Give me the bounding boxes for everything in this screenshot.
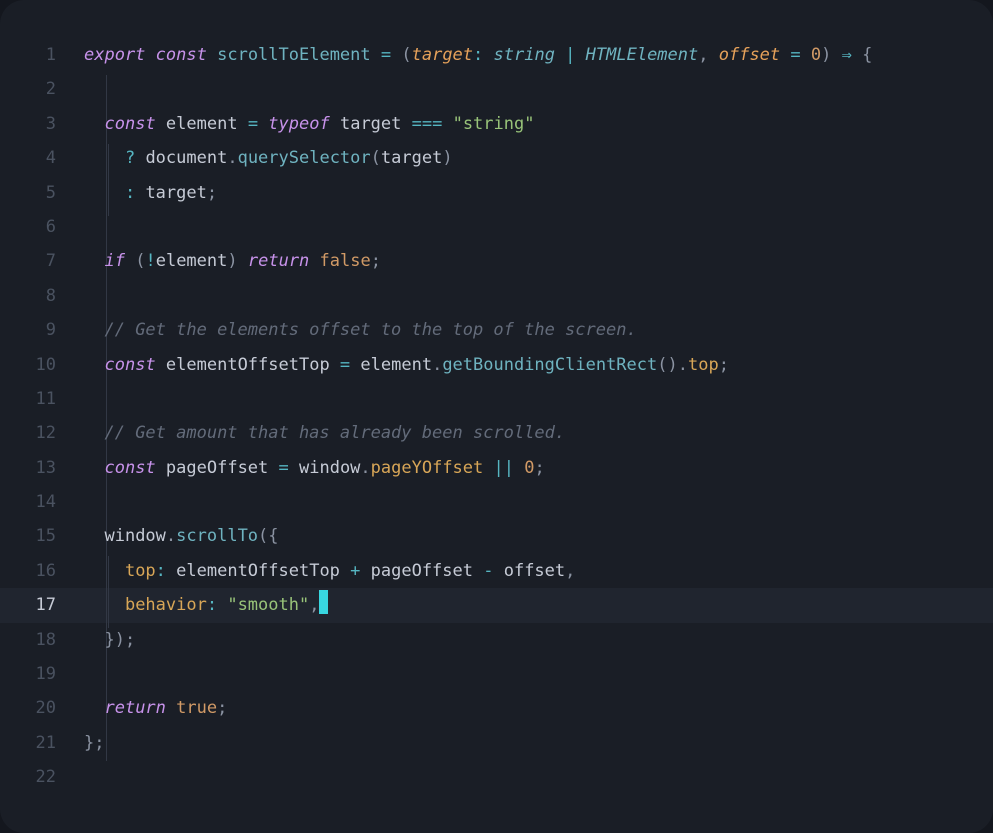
code-line[interactable]: 9 // Get the elements offset to the top … — [0, 313, 993, 347]
code-content[interactable]: ? document.querySelector(target) — [64, 141, 453, 175]
line-number: 7 — [0, 244, 64, 278]
code-content[interactable]: }); — [64, 623, 135, 657]
code-line[interactable]: 12 // Get amount that has already been s… — [0, 416, 993, 450]
code-line[interactable]: 3 const element = typeof target === "str… — [0, 107, 993, 141]
code-content[interactable]: export const scrollToElement = (target: … — [64, 38, 872, 72]
code-line[interactable]: 11 — [0, 382, 993, 416]
line-number: 16 — [0, 554, 64, 588]
code-line[interactable]: 14 — [0, 485, 993, 519]
line-number: 8 — [0, 279, 64, 313]
code-content[interactable]: const pageOffset = window.pageYOffset ||… — [64, 451, 545, 485]
line-number: 2 — [0, 72, 64, 106]
code-content[interactable]: // Get amount that has already been scro… — [64, 416, 565, 450]
code-content[interactable]: // Get the elements offset to the top of… — [64, 313, 637, 347]
line-number: 6 — [0, 210, 64, 244]
line-number: 21 — [0, 726, 64, 760]
code-line[interactable]: 2 — [0, 72, 993, 106]
code-line[interactable]: 6 — [0, 210, 993, 244]
line-number: 13 — [0, 451, 64, 485]
code-line[interactable]: 13 const pageOffset = window.pageYOffset… — [0, 451, 993, 485]
code-content[interactable]: const elementOffsetTop = element.getBoun… — [64, 348, 729, 382]
code-line[interactable]: 4 ? document.querySelector(target) — [0, 141, 993, 175]
code-editor[interactable]: 1 export const scrollToElement = (target… — [0, 0, 993, 833]
line-number: 18 — [0, 623, 64, 657]
line-number: 17 — [0, 588, 64, 622]
line-number: 15 — [0, 519, 64, 553]
line-number: 22 — [0, 760, 64, 794]
code-line[interactable]: 16 top: elementOffsetTop + pageOffset - … — [0, 554, 993, 588]
code-content[interactable]: const element = typeof target === "strin… — [64, 107, 534, 141]
code-line[interactable]: 8 — [0, 279, 993, 313]
code-line[interactable]: 10 const elementOffsetTop = element.getB… — [0, 348, 993, 382]
line-number: 20 — [0, 691, 64, 725]
code-content[interactable]: behavior: "smooth", — [64, 588, 328, 622]
code-line[interactable]: 1 export const scrollToElement = (target… — [0, 38, 993, 72]
code-line-active[interactable]: 17 behavior: "smooth", — [0, 588, 993, 622]
code-line[interactable]: 5 : target; — [0, 176, 993, 210]
code-line[interactable]: 22 — [0, 760, 993, 794]
code-line[interactable]: 21 }; — [0, 726, 993, 760]
line-number: 19 — [0, 657, 64, 691]
line-number: 11 — [0, 382, 64, 416]
code-content[interactable]: if (!element) return false; — [64, 244, 381, 278]
code-content[interactable]: return true; — [64, 691, 227, 725]
line-number: 14 — [0, 485, 64, 519]
line-number: 3 — [0, 107, 64, 141]
code-line[interactable]: 19 — [0, 657, 993, 691]
line-number: 12 — [0, 416, 64, 450]
code-content[interactable]: }; — [64, 726, 105, 760]
code-line[interactable]: 15 window.scrollTo({ — [0, 519, 993, 553]
line-number: 1 — [0, 38, 64, 72]
line-number: 5 — [0, 176, 64, 210]
code-line[interactable]: 20 return true; — [0, 691, 993, 725]
code-line[interactable]: 7 if (!element) return false; — [0, 244, 993, 278]
line-number: 10 — [0, 348, 64, 382]
code-content[interactable]: top: elementOffsetTop + pageOffset - off… — [64, 554, 575, 588]
code-content[interactable]: window.scrollTo({ — [64, 519, 279, 553]
line-number: 4 — [0, 141, 64, 175]
code-content[interactable]: : target; — [64, 176, 217, 210]
code-line[interactable]: 18 }); — [0, 623, 993, 657]
line-number: 9 — [0, 313, 64, 347]
